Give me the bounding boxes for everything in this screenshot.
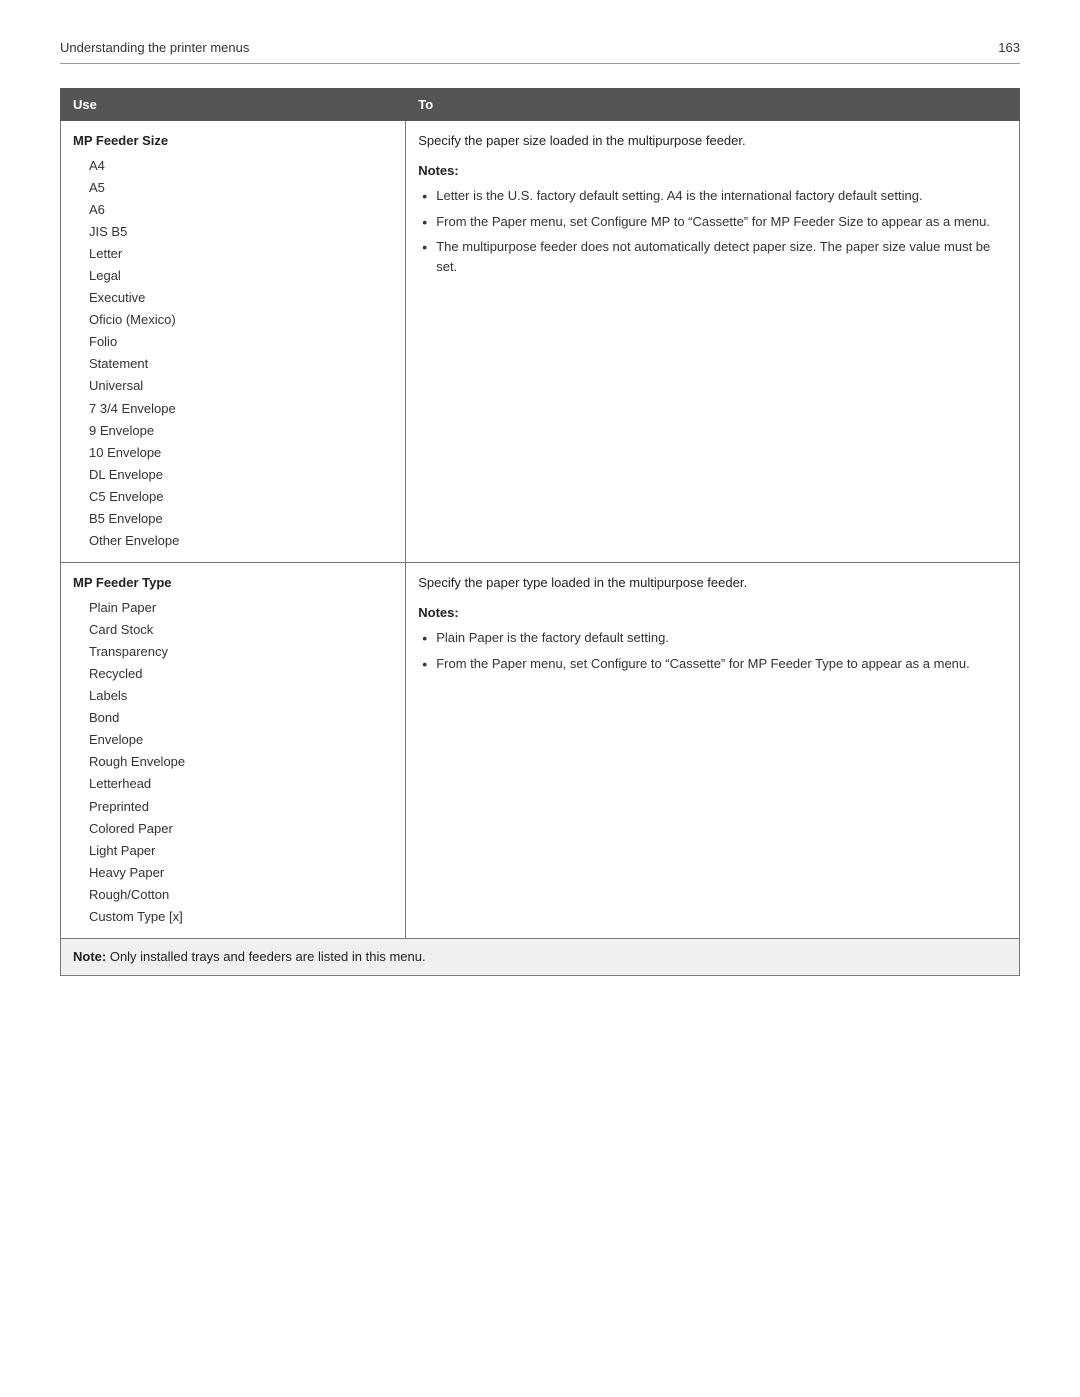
note-item: From the Paper menu, set Configure MP to… bbox=[418, 212, 1007, 232]
list-item: Light Paper bbox=[89, 840, 393, 862]
col-to-header: To bbox=[406, 89, 1020, 121]
list-item: JIS B5 bbox=[89, 221, 393, 243]
list-item: Other Envelope bbox=[89, 530, 393, 552]
note-item: Letter is the U.S. factory default setti… bbox=[418, 186, 1007, 206]
list-item: Oficio (Mexico) bbox=[89, 309, 393, 331]
list-item: A4 bbox=[89, 155, 393, 177]
main-table: Use To MP Feeder SizeA4A5A6JIS B5LetterL… bbox=[60, 88, 1020, 976]
to-description-mp-feeder-size: Specify the paper size loaded in the mul… bbox=[418, 131, 1007, 151]
list-item: Rough/Cotton bbox=[89, 884, 393, 906]
list-item: A5 bbox=[89, 177, 393, 199]
list-item: Card Stock bbox=[89, 619, 393, 641]
page-number: 163 bbox=[998, 40, 1020, 55]
notes-list-mp-feeder-type: Plain Paper is the factory default setti… bbox=[418, 628, 1007, 673]
list-item: Preprinted bbox=[89, 796, 393, 818]
use-cell-mp-feeder-size: MP Feeder Size A4A5A6JIS B5LetterLegalExe… bbox=[61, 121, 406, 563]
footer-row: Note: Only installed trays and feeders a… bbox=[61, 939, 1020, 976]
use-cell-mp-feeder-type: MP Feeder Type Plain PaperCard StockTrans… bbox=[61, 563, 406, 939]
list-item: Transparency bbox=[89, 641, 393, 663]
list-item: 7 3/4 Envelope bbox=[89, 398, 393, 420]
list-item: Universal bbox=[89, 375, 393, 397]
note-item: Plain Paper is the factory default setti… bbox=[418, 628, 1007, 648]
to-cell-mp-feeder-type: Specify the paper type loaded in the mul… bbox=[406, 563, 1020, 939]
list-item: Recycled bbox=[89, 663, 393, 685]
list-item: Custom Type [x] bbox=[89, 906, 393, 928]
to-description-mp-feeder-type: Specify the paper type loaded in the mul… bbox=[418, 573, 1007, 593]
list-item: A6 bbox=[89, 199, 393, 221]
list-item: 10 Envelope bbox=[89, 442, 393, 464]
notes-label-mp-feeder-type: Notes: bbox=[418, 603, 1007, 623]
list-item: Folio bbox=[89, 331, 393, 353]
to-cell-mp-feeder-size: Specify the paper size loaded in the mul… bbox=[406, 121, 1020, 563]
notes-label-mp-feeder-size: Notes: bbox=[418, 161, 1007, 181]
list-item: C5 Envelope bbox=[89, 486, 393, 508]
notes-list-mp-feeder-size: Letter is the U.S. factory default setti… bbox=[418, 186, 1007, 276]
list-item: Legal bbox=[89, 265, 393, 287]
list-item: B5 Envelope bbox=[89, 508, 393, 530]
list-item: Colored Paper bbox=[89, 818, 393, 840]
page-title: Understanding the printer menus bbox=[60, 40, 249, 55]
list-item: Statement bbox=[89, 353, 393, 375]
use-list-mp-feeder-type: Plain PaperCard StockTransparencyRecycle… bbox=[73, 597, 393, 928]
use-label-mp-feeder-size: MP Feeder Size bbox=[73, 131, 393, 151]
list-item: Heavy Paper bbox=[89, 862, 393, 884]
list-item: Labels bbox=[89, 685, 393, 707]
table-row-mp-feeder-size: MP Feeder Size A4A5A6JIS B5LetterLegalExe… bbox=[61, 121, 1020, 563]
list-item: Plain Paper bbox=[89, 597, 393, 619]
footer-cell: Note: Only installed trays and feeders a… bbox=[61, 939, 1020, 976]
list-item: Letter bbox=[89, 243, 393, 265]
use-list-mp-feeder-size: A4A5A6JIS B5LetterLegalExecutiveOficio (… bbox=[73, 155, 393, 553]
table-header-row: Use To bbox=[61, 89, 1020, 121]
list-item: DL Envelope bbox=[89, 464, 393, 486]
use-label-mp-feeder-type: MP Feeder Type bbox=[73, 573, 393, 593]
list-item: 9 Envelope bbox=[89, 420, 393, 442]
list-item: Letterhead bbox=[89, 773, 393, 795]
col-use-header: Use bbox=[61, 89, 406, 121]
list-item: Bond bbox=[89, 707, 393, 729]
page-header: Understanding the printer menus 163 bbox=[60, 40, 1020, 64]
note-item: From the Paper menu, set Configure to “C… bbox=[418, 654, 1007, 674]
note-item: The multipurpose feeder does not automat… bbox=[418, 237, 1007, 276]
list-item: Executive bbox=[89, 287, 393, 309]
table-row-mp-feeder-type: MP Feeder Type Plain PaperCard StockTrans… bbox=[61, 563, 1020, 939]
list-item: Envelope bbox=[89, 729, 393, 751]
list-item: Rough Envelope bbox=[89, 751, 393, 773]
footer-note-label: Note: bbox=[73, 949, 106, 964]
